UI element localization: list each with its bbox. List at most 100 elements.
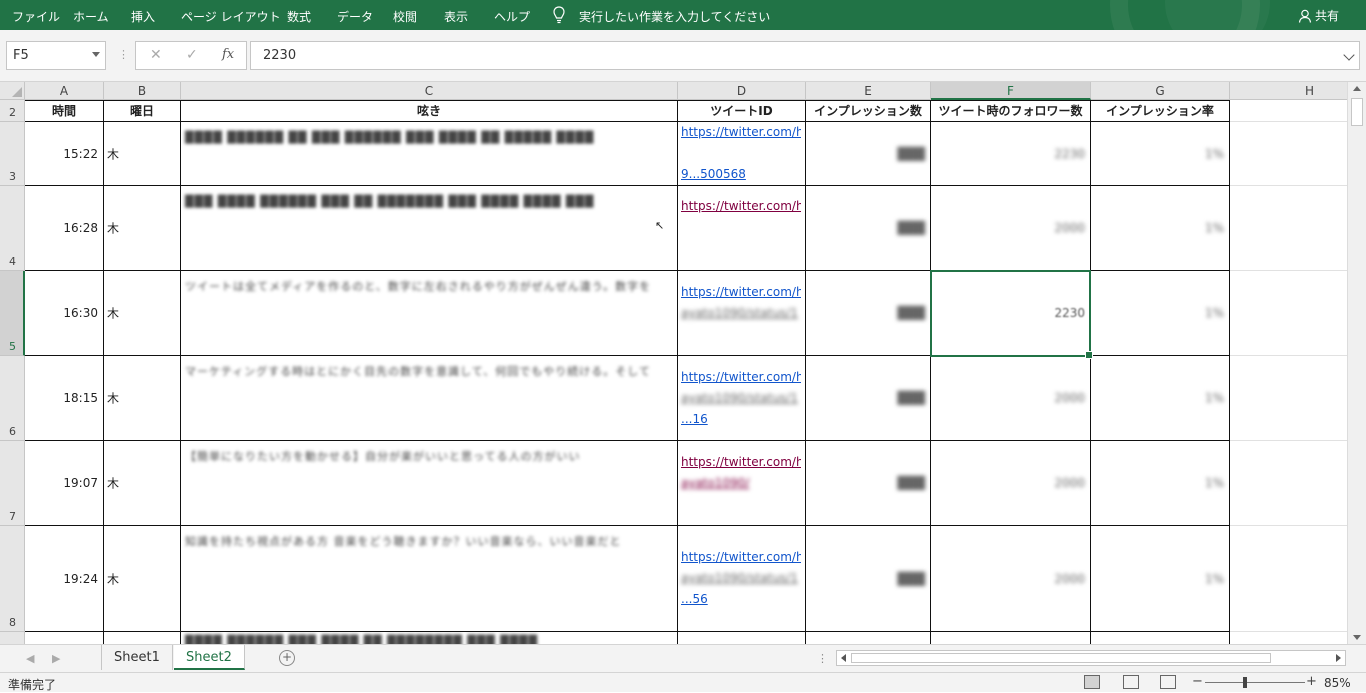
tweet-cell[interactable]: マーケティングする時はとにかく目先の数字を意識して、何回でもやり続ける。そして — [181, 356, 678, 441]
tweet-link[interactable]: https://twitter.com/h — [681, 196, 801, 217]
tweet-cell[interactable]: ████ ██████ ███ ████ ██ ████████ ███ ███… — [181, 632, 678, 644]
rate-cell[interactable]: 1% — [1091, 526, 1230, 632]
scroll-down-icon[interactable] — [1353, 635, 1361, 640]
followers-cell[interactable]: 2000 — [931, 356, 1091, 441]
time-cell[interactable]: 16:28 — [25, 186, 104, 271]
header-followers[interactable]: ツイート時のフォロワー数 — [931, 100, 1091, 122]
tweet-id-cell[interactable]: https://twitter.com/h ayato1090/status/1… — [678, 526, 806, 632]
row-header-4[interactable]: 4 — [0, 186, 25, 271]
rate-cell[interactable]: 1% — [1091, 186, 1230, 271]
impressions-cell[interactable]: ███ — [806, 441, 931, 526]
time-cell[interactable]: 15:22 — [25, 122, 104, 186]
cancel-icon[interactable]: ✕ — [150, 47, 162, 63]
time-cell[interactable]: 19:07 — [25, 441, 104, 526]
split-handle-icon[interactable]: ⋮ — [817, 652, 828, 665]
day-cell[interactable]: 木 — [104, 441, 181, 526]
tweet-cell[interactable]: ███ ████ ██████ ███ ██ ███████ ███ ████ … — [181, 186, 678, 271]
time-cell[interactable]: 19:24 — [25, 526, 104, 632]
column-header-b[interactable]: B — [104, 82, 181, 100]
zoom-slider[interactable] — [1205, 682, 1305, 683]
empty-cell[interactable] — [1230, 526, 1347, 632]
tweet-id-cell[interactable]: https://twitter.com/h 9...500568 — [678, 122, 806, 186]
rate-cell[interactable]: 1% — [1091, 271, 1230, 356]
page-break-view-icon[interactable] — [1160, 675, 1176, 689]
active-cell-selection[interactable] — [930, 270, 1093, 359]
tweet-link[interactable]: https://twitter.com/h — [681, 452, 801, 473]
tweet-link[interactable]: https://twitter.com/h — [681, 547, 801, 568]
time-cell[interactable]: 16:30 — [25, 271, 104, 356]
empty-cell[interactable] — [1230, 271, 1347, 356]
day-cell[interactable] — [104, 632, 181, 644]
vertical-scroll-thumb[interactable] — [1351, 98, 1363, 126]
impressions-cell[interactable]: ███ — [806, 526, 931, 632]
tab-file[interactable]: ファイル — [12, 8, 60, 25]
chevron-down-icon[interactable] — [92, 52, 100, 57]
tab-data[interactable]: データ — [337, 8, 373, 25]
tab-review[interactable]: 校閲 — [393, 8, 417, 25]
row-header-3[interactable]: 3 — [0, 122, 25, 186]
tab-view[interactable]: 表示 — [444, 8, 468, 25]
column-header-h[interactable]: H — [1230, 82, 1347, 100]
tweet-cell[interactable]: 【簡単になりたい方を動かせる】自分が楽がいいと思ってる人の方がいい — [181, 441, 678, 526]
followers-cell[interactable]: 2000 — [931, 526, 1091, 632]
header-time[interactable]: 時間 — [25, 100, 104, 122]
impressions-cell[interactable]: ███ — [806, 186, 931, 271]
tweet-link[interactable]: https://twitter.com/h — [681, 282, 801, 303]
tweet-link-line[interactable]: ...16 — [681, 409, 801, 430]
tab-home[interactable]: ホーム — [73, 8, 109, 25]
zoom-level[interactable]: 85% — [1324, 676, 1351, 690]
row-header-8[interactable]: 8 — [0, 526, 25, 632]
sheet-tab-sheet1[interactable]: Sheet1 — [101, 645, 173, 670]
vertical-scrollbar[interactable] — [1347, 82, 1366, 644]
horizontal-scroll-thumb[interactable] — [851, 653, 1271, 663]
empty-cell[interactable] — [1230, 100, 1347, 122]
next-sheet-icon[interactable]: ▶ — [52, 652, 60, 665]
column-header-g[interactable]: G — [1091, 82, 1230, 100]
expand-formula-icon[interactable] — [1343, 49, 1355, 61]
horizontal-scrollbar[interactable] — [836, 650, 1346, 666]
tweet-id-cell[interactable]: https://twitter.com/h ayato1090/status/1 — [678, 271, 806, 356]
tab-page-layout[interactable]: ページ レイアウト — [181, 8, 281, 25]
tweet-link-line[interactable]: ayato1090/status/1 — [681, 388, 801, 409]
worksheet-grid[interactable]: A B C D E F G H 2 3 4 5 6 7 8 時間 曜日 呟き ツ… — [0, 82, 1347, 644]
select-all-corner[interactable] — [0, 82, 25, 100]
tweet-id-cell[interactable]: https://twitter.com/h ayato1090/status/1… — [678, 356, 806, 441]
followers-cell[interactable]: 2000 — [931, 186, 1091, 271]
tweet-link[interactable]: https://twitter.com/h — [681, 367, 801, 388]
zoom-slider-handle[interactable] — [1243, 677, 1247, 688]
tweet-cell[interactable]: ツイートは全てメディアを作るのと、数字に左右されるやり方がぜんぜん違う。数字を — [181, 271, 678, 356]
empty-cell[interactable] — [1230, 186, 1347, 271]
share-button[interactable]: 共有 — [1298, 7, 1339, 24]
tweet-id-cell[interactable]: https://twitter.com/h — [678, 186, 806, 271]
header-day[interactable]: 曜日 — [104, 100, 181, 122]
sheet-tab-sheet2[interactable]: Sheet2 — [174, 645, 245, 670]
scroll-left-icon[interactable] — [841, 654, 846, 662]
followers-cell[interactable] — [931, 632, 1091, 644]
tweet-link-line[interactable]: ayato1090/status/1 — [681, 303, 801, 324]
tab-help[interactable]: ヘルプ — [494, 8, 530, 25]
rate-cell[interactable]: 1% — [1091, 122, 1230, 186]
tweet-link-line[interactable]: ...56 — [681, 589, 801, 610]
tweet-id-cell[interactable]: https://twitter.com/h ayato1090/ — [678, 441, 806, 526]
column-header-f[interactable]: F — [931, 82, 1091, 100]
day-cell[interactable]: 木 — [104, 122, 181, 186]
name-box[interactable]: F5 — [6, 41, 106, 70]
impressions-cell[interactable]: ███ — [806, 356, 931, 441]
row-header-7[interactable]: 7 — [0, 441, 25, 526]
day-cell[interactable]: 木 — [104, 271, 181, 356]
row-header-9[interactable] — [0, 632, 25, 644]
impressions-cell[interactable]: ███ — [806, 122, 931, 186]
tweet-cell[interactable]: ████ ██████ ██ ███ ██████ ███ ████ ██ ██… — [181, 122, 678, 186]
header-impressions[interactable]: インプレッション数 — [806, 100, 931, 122]
impressions-cell[interactable]: ███ — [806, 271, 931, 356]
row-header-2[interactable]: 2 — [0, 100, 25, 122]
rate-cell[interactable]: 1% — [1091, 356, 1230, 441]
formula-input[interactable]: 2230 — [250, 41, 1360, 70]
day-cell[interactable]: 木 — [104, 186, 181, 271]
row-header-5[interactable]: 5 — [0, 271, 25, 356]
header-tweet[interactable]: 呟き — [181, 100, 678, 122]
tell-me-search[interactable]: 実行したい作業を入力してください — [579, 8, 770, 25]
impressions-cell[interactable] — [806, 632, 931, 644]
check-icon[interactable]: ✓ — [186, 47, 198, 63]
empty-cell[interactable] — [1230, 122, 1347, 186]
